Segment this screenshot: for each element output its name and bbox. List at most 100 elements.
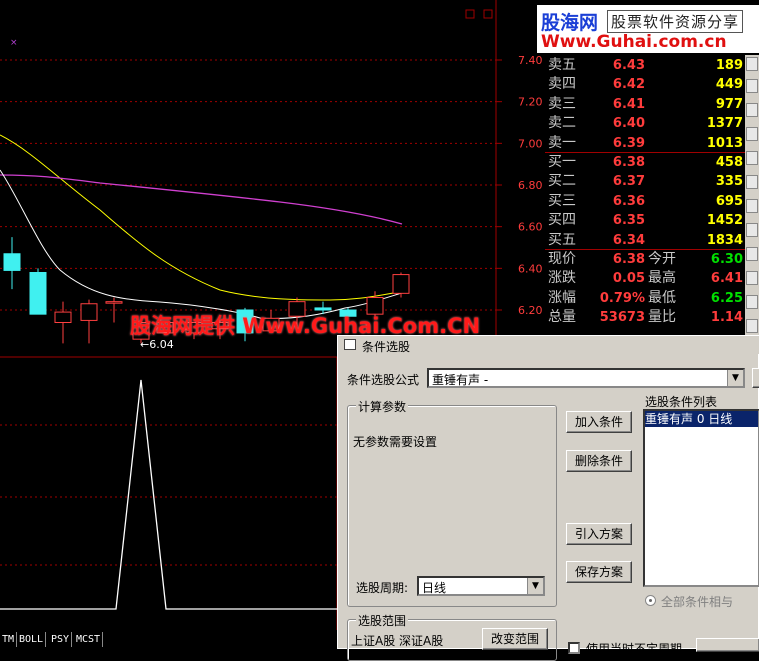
stat-label: 总量	[548, 309, 576, 326]
bid-label: 买五	[548, 231, 576, 248]
tab-tm[interactable]: TM	[0, 632, 18, 647]
stat-value: 0.79%	[599, 290, 645, 306]
toolbar-button[interactable]	[746, 247, 758, 261]
price-tick-label: 6.20	[518, 304, 543, 317]
stat-row: 涨跌 0.05 最高 6.41	[545, 269, 745, 288]
ask-price: 6.39	[612, 135, 645, 151]
stat-label: 涨幅	[548, 289, 576, 306]
bid-row: 买五 6.34 1834	[545, 231, 745, 250]
ask-label: 卖四	[548, 76, 576, 93]
toolbar-button[interactable]	[746, 175, 758, 189]
price-tick-label: 7.00	[518, 137, 543, 150]
stat-label-2: 最高	[648, 270, 676, 287]
save-plan-button[interactable]: 保存方案	[566, 561, 632, 583]
right-toolbar	[745, 55, 759, 355]
stat-row: 涨幅 0.79% 最低 6.25	[545, 289, 745, 308]
and-all-label: 全部条件相与	[661, 595, 734, 609]
params-group: 计算参数 无参数需要设置 选股周期: 日线 ▼	[347, 398, 557, 607]
formula-select-value: 重锤有声 -	[432, 373, 489, 387]
ask-price: 6.40	[612, 116, 645, 132]
bid-row: 买三 6.36 695	[545, 192, 745, 211]
toolbar-button[interactable]	[746, 57, 758, 71]
ask-price: 6.43	[612, 58, 645, 73]
and-all-radio[interactable]	[645, 595, 656, 606]
toolbar-button[interactable]	[746, 319, 758, 333]
formula-select[interactable]: 重锤有声 - ▼	[427, 368, 745, 388]
bid-price: 6.34	[612, 232, 645, 248]
logo-url: Www.Guhai.com.cn	[541, 32, 727, 52]
bid-price: 6.38	[612, 155, 645, 170]
period-select[interactable]: 日线 ▼	[417, 576, 545, 596]
formula-label: 条件选股公式	[347, 373, 420, 387]
ask-volume: 189	[715, 58, 743, 73]
dialog-titlebar[interactable]: 条件选股	[338, 336, 759, 354]
condition-list-item[interactable]: 重锤有声 0 日线	[645, 411, 758, 427]
bid-volume: 458	[715, 155, 743, 170]
toolbar-button[interactable]	[746, 79, 758, 93]
ask-label: 卖三	[548, 95, 576, 112]
toolbar-button[interactable]	[746, 271, 758, 285]
delete-condition-button[interactable]: 删除条件	[566, 450, 632, 472]
ask-price: 6.42	[612, 77, 645, 93]
ask-row: 卖五 6.43 189	[545, 56, 745, 75]
window-restore-marker	[465, 9, 475, 19]
candle-body	[3, 253, 21, 271]
add-condition-button[interactable]: 加入条件	[566, 411, 632, 433]
ask-label: 卖二	[548, 115, 576, 132]
import-plan-button[interactable]: 引入方案	[566, 523, 632, 545]
tab-psy[interactable]: PSY	[49, 632, 73, 647]
toolbar-button[interactable]	[746, 295, 758, 309]
condition-list[interactable]: 重锤有声 0 日线	[643, 409, 759, 587]
bid-label: 买一	[548, 154, 576, 170]
ma-line-yellow	[0, 134, 401, 301]
tab-mcst[interactable]: MCST	[74, 632, 104, 647]
toolbar-button[interactable]	[746, 103, 758, 117]
stat-row: 总量 53673 量比 1.14	[545, 308, 745, 327]
tab-boll[interactable]: BOLL	[17, 632, 47, 647]
toolbar-button[interactable]	[746, 151, 758, 165]
dialog-extra-button[interactable]	[696, 638, 759, 652]
ask-volume: 449	[715, 77, 743, 93]
bid-price: 6.35	[612, 213, 645, 229]
candle-body	[54, 311, 72, 324]
dialog-title: 条件选股	[362, 340, 411, 354]
ask-row: 卖二 6.40 1377	[545, 114, 745, 133]
stat-value-2: 6.30	[710, 252, 743, 267]
bid-label: 买三	[548, 192, 576, 209]
range-group-title: 选股范围	[356, 612, 409, 629]
range-group: 选股范围 上证A股 深证A股 改变范围	[347, 612, 557, 661]
ask-row: 卖三 6.41 977	[545, 95, 745, 114]
stat-value-2: 6.41	[710, 271, 743, 287]
ask-volume: 977	[715, 96, 743, 112]
bid-volume: 335	[715, 174, 743, 190]
toolbar-button[interactable]	[746, 199, 758, 213]
bid-price: 6.36	[612, 193, 645, 209]
toolbar-button[interactable]	[746, 223, 758, 237]
price-tick-label: 7.20	[518, 96, 543, 109]
bid-row: 买四 6.35 1452	[545, 211, 745, 230]
ask-volume: 1377	[706, 116, 743, 132]
bid-row: 买一 6.38 458	[545, 153, 745, 172]
ask-row: 卖一 6.39 1013	[545, 134, 745, 153]
chevron-down-icon[interactable]: ▼	[727, 370, 743, 386]
site-logo-banner: 股海网 股票软件资源分享 Www.Guhai.com.cn	[537, 5, 759, 53]
change-range-button[interactable]: 改变范围	[482, 628, 548, 650]
candle-body	[80, 303, 98, 321]
stat-value: 53673	[599, 310, 645, 326]
price-tick-label: 6.40	[518, 262, 543, 275]
indicator-pane	[0, 379, 337, 610]
stat-label-2: 今开	[648, 251, 676, 267]
candle-body	[392, 274, 410, 294]
stat-label: 现价	[548, 251, 576, 267]
price-tick-label: 6.60	[518, 221, 543, 234]
ask-label: 卖一	[548, 134, 576, 151]
logo-name: 股海网	[541, 12, 599, 34]
period-label: 选股周期:	[356, 581, 409, 595]
toolbar-button[interactable]	[746, 127, 758, 141]
chevron-down-icon[interactable]: ▼	[527, 578, 543, 594]
stat-row: 现价 6.38 今开 6.30	[545, 250, 745, 269]
formula-extra-button[interactable]	[752, 368, 759, 388]
use-period-checkbox[interactable]	[568, 642, 580, 654]
bid-volume: 1452	[706, 213, 743, 229]
bid-price: 6.37	[612, 174, 645, 190]
